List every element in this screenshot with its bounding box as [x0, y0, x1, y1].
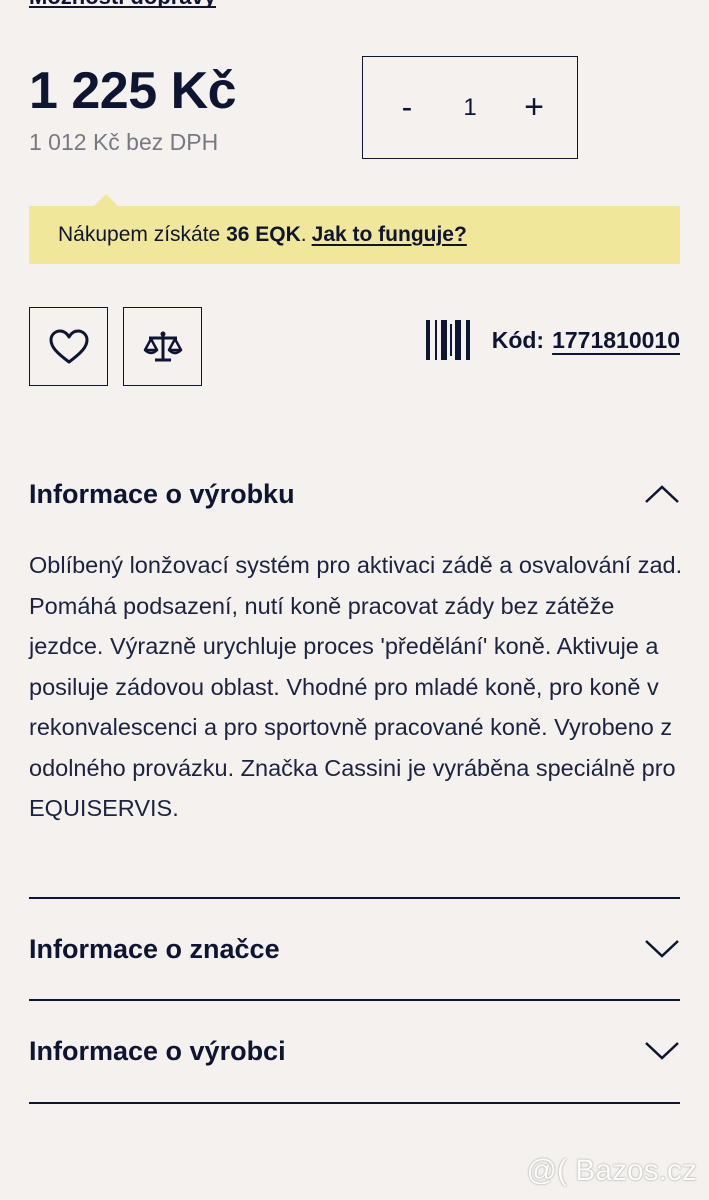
watermark: @( Bazos.cz: [526, 1154, 698, 1187]
price-without-vat: 1 012 Kč bez DPH: [29, 129, 219, 155]
heart-icon: [49, 329, 88, 363]
accordion-brand-info-header[interactable]: Informace o značce: [29, 924, 680, 974]
divider: [29, 897, 680, 899]
promo-separator: .: [300, 223, 307, 246]
chevron-down-icon: [645, 1042, 679, 1060]
promo-points: 36 EQK: [226, 223, 301, 246]
product-code-value[interactable]: 1771810010: [552, 327, 680, 354]
product-detail-page: Možnosti dopravy 1 225 Kč 1 012 Kč bez D…: [0, 0, 709, 1200]
how-it-works-link[interactable]: Jak to funguje?: [312, 223, 467, 247]
chevron-down-icon: [645, 940, 679, 958]
accordion-title: Informace o výrobku: [29, 478, 295, 509]
accordion-title: Informace o výrobci: [29, 1035, 286, 1066]
add-to-favorites-button[interactable]: [29, 307, 108, 386]
promo-text: Nákupem získáte: [58, 223, 221, 246]
accordion-title: Informace o značce: [29, 933, 280, 964]
scales-icon: [143, 331, 182, 361]
divider: [29, 999, 680, 1001]
product-code-label: Kód:: [491, 326, 545, 353]
increase-quantity-button[interactable]: +: [519, 88, 549, 127]
product-code: Kód: 1771810010: [425, 318, 680, 362]
compare-button[interactable]: [123, 307, 202, 386]
chevron-up-icon: [645, 485, 679, 503]
quantity-input[interactable]: [450, 93, 490, 122]
shipping-options-link[interactable]: Možnosti dopravy: [29, 0, 217, 8]
price-with-vat: 1 225 Kč: [29, 62, 237, 120]
decrease-quantity-button[interactable]: -: [393, 89, 421, 126]
accordion-product-info-header[interactable]: Informace o výrobku: [29, 469, 680, 519]
quantity-stepper: - +: [362, 56, 578, 159]
barcode-icon: [425, 320, 470, 360]
product-description: Oblíbený lonžovací systém pro aktivaci z…: [29, 552, 683, 821]
accordion-manufacturer-info-header[interactable]: Informace o výrobci: [29, 1026, 680, 1076]
loyalty-points-banner: Nákupem získáte 36 EQK. Jak to funguje?: [29, 194, 680, 264]
divider: [29, 1102, 680, 1104]
